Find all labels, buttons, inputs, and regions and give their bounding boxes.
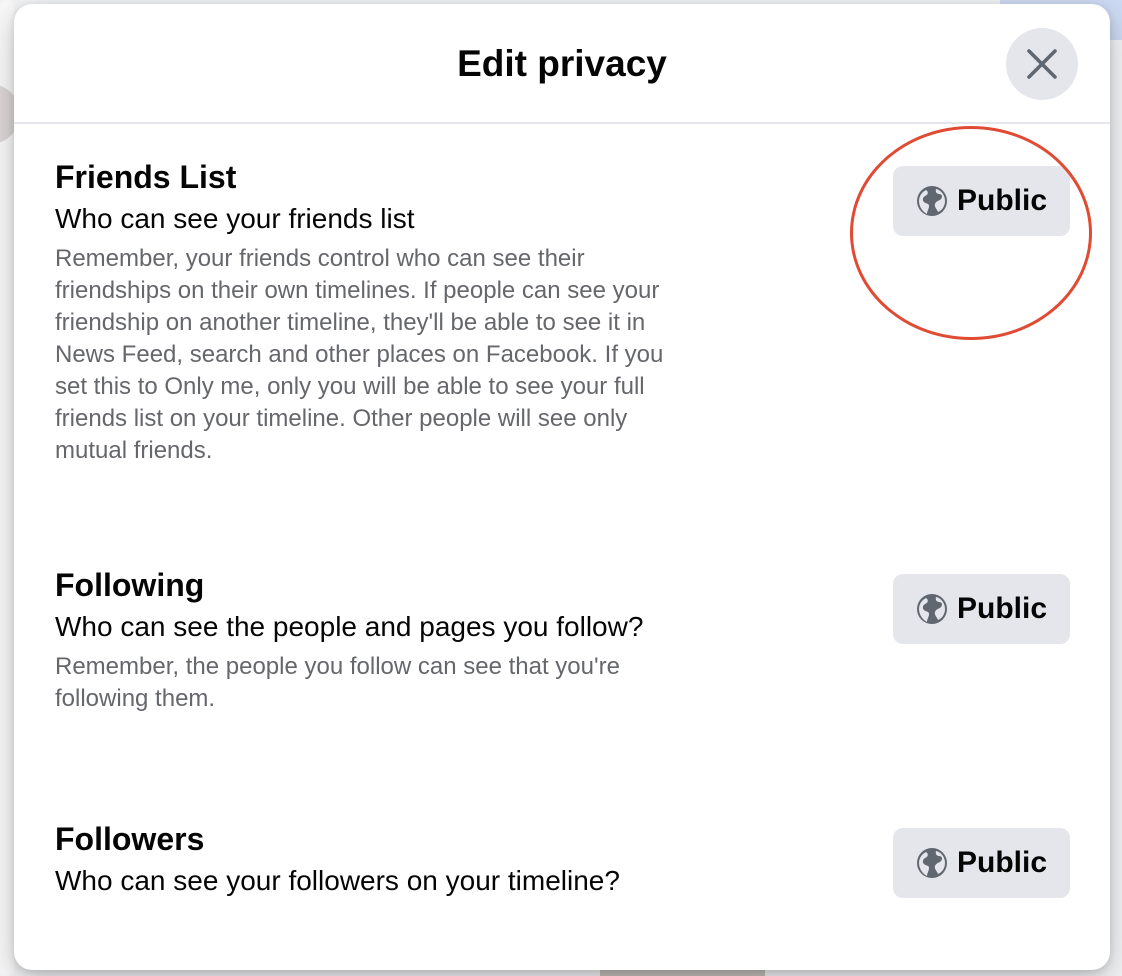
section-question: Who can see your friends list — [55, 203, 415, 234]
following-privacy-button[interactable]: Public — [893, 574, 1070, 644]
section-question: Who can see your followers on your timel… — [55, 865, 620, 896]
close-button[interactable] — [1006, 28, 1078, 100]
dialog-title: Edit privacy — [457, 43, 667, 84]
dialog-header: Edit privacy — [14, 4, 1110, 124]
section-question: Who can see the people and pages you fol… — [55, 611, 644, 642]
friends-list-privacy-button[interactable]: Public — [893, 166, 1070, 236]
globe-icon — [916, 847, 948, 879]
friends-list-section: Friends List Who can see your friends li… — [55, 158, 1070, 467]
globe-icon — [916, 185, 948, 217]
close-icon — [1027, 49, 1057, 79]
privacy-label: Public — [956, 184, 1047, 217]
following-section: Following Who can see the people and pag… — [55, 566, 1070, 715]
section-description: Remember, the people you follow can see … — [55, 653, 620, 712]
privacy-label: Public — [956, 592, 1047, 625]
globe-icon — [916, 593, 948, 625]
edit-privacy-dialog: Edit privacy Friends List Who can see yo… — [14, 4, 1110, 970]
followers-privacy-button[interactable]: Public — [893, 828, 1070, 898]
section-description: Remember, your friends control who can s… — [55, 245, 664, 464]
privacy-label: Public — [956, 846, 1047, 879]
followers-section: Followers Who can see your followers on … — [55, 820, 1070, 899]
